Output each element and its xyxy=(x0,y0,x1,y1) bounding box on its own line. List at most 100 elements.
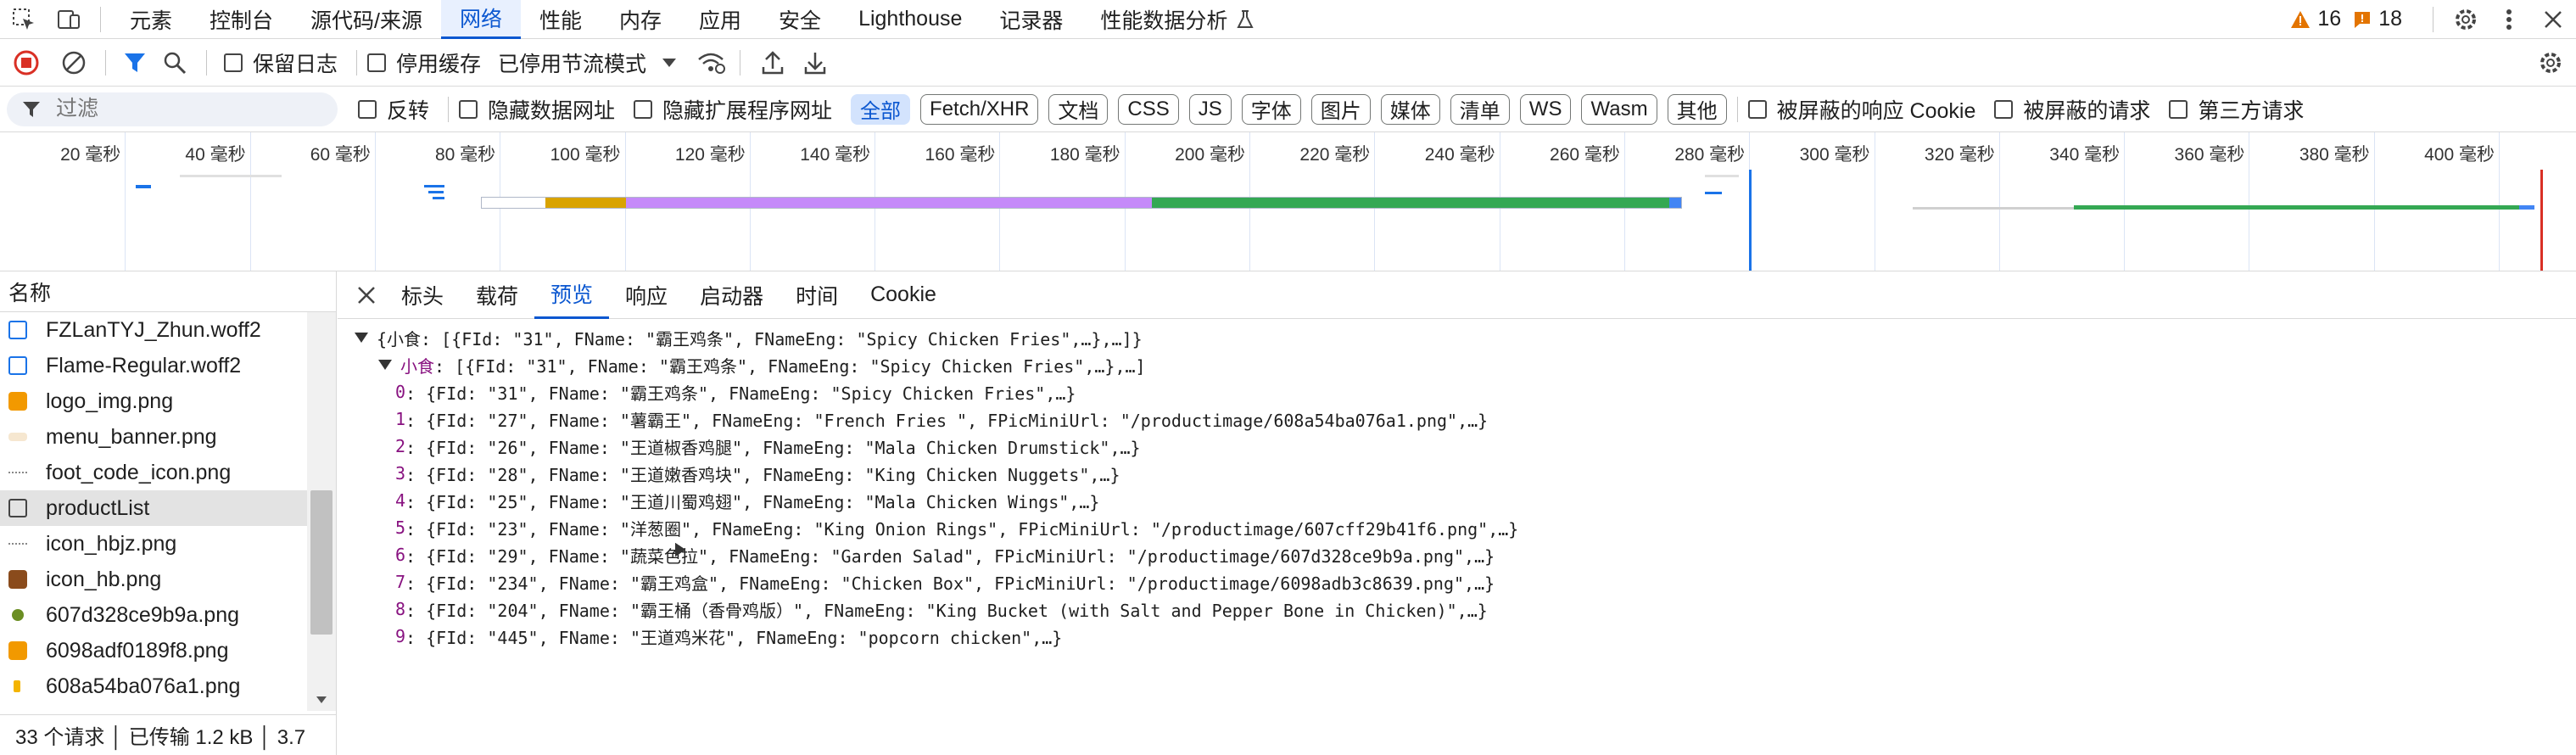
json-array-item[interactable]: 5: {FId: "23", FName: "洋葱圈", FNameEng: "… xyxy=(355,514,2576,556)
details-tab-1[interactable]: 载荷 xyxy=(460,271,534,319)
close-details-icon[interactable] xyxy=(348,271,385,319)
request-row[interactable]: icon_hbjz.png xyxy=(0,526,307,562)
type-filter-6[interactable]: 图片 xyxy=(1310,93,1371,125)
hide-extension-urls-checkbox[interactable]: 隐藏扩展程序网址 xyxy=(634,94,832,125)
checkbox-box[interactable] xyxy=(367,53,387,72)
type-filter-0[interactable]: 全部 xyxy=(851,93,911,125)
tab-10[interactable]: 性能数据分析 xyxy=(1081,0,1246,39)
tab-4[interactable]: 性能 xyxy=(521,0,601,39)
request-row[interactable]: 607d328ce9b9a.png xyxy=(0,597,307,633)
expand-triangle-icon[interactable] xyxy=(675,543,685,556)
preserve-log-checkbox[interactable]: 保留日志 xyxy=(224,48,338,78)
tab-8[interactable]: Lighthouse xyxy=(840,0,981,39)
request-row[interactable]: 6098adf0189f8.png xyxy=(0,633,307,668)
request-row[interactable]: 607cff29b41f6.png xyxy=(0,704,307,712)
disable-cache-checkbox[interactable]: 停用缓存 xyxy=(367,48,481,78)
filter-funnel-icon[interactable] xyxy=(116,39,154,87)
export-har-icon[interactable] xyxy=(795,39,835,87)
request-row[interactable]: menu_banner.png xyxy=(0,419,307,455)
json-array-item[interactable]: 8: {FId: "204", FName: "霸王桶（香骨鸡版）", FNam… xyxy=(355,543,2576,623)
json-array-item[interactable]: 6: {FId: "29", FName: "蔬菜色拉", FNameEng: … xyxy=(355,541,2576,568)
type-filter-7[interactable]: 媒体 xyxy=(1380,93,1440,125)
json-array-item[interactable]: 1: {FId: "27", FName: "薯霸王", FNameEng: "… xyxy=(355,405,2576,556)
scroll-down-icon[interactable] xyxy=(316,696,327,704)
hide-data-urls-checkbox[interactable]: 隐藏数据网址 xyxy=(459,94,615,125)
request-row[interactable]: icon_hb.png xyxy=(0,562,307,597)
details-tab-5[interactable]: 时间 xyxy=(780,271,854,319)
details-tab-2[interactable]: 预览 xyxy=(534,271,610,319)
type-filter-11[interactable]: 其他 xyxy=(1667,93,1727,125)
request-row[interactable]: logo_img.png xyxy=(0,383,307,419)
json-array-item[interactable]: 0: {FId: "31", FName: "霸王鸡条", FNameEng: … xyxy=(355,378,2576,556)
scrollbar-thumb[interactable] xyxy=(310,490,332,635)
tab-0[interactable]: 元素 xyxy=(111,0,191,39)
tab-5[interactable]: 内存 xyxy=(601,0,680,39)
stop-recording-icon[interactable] xyxy=(0,39,53,87)
details-tab-4[interactable]: 启动器 xyxy=(684,271,780,319)
warning-icon[interactable] xyxy=(2290,0,2311,39)
json-array-item[interactable]: 4: {FId: "25", FName: "王道川蜀鸡翅", FNameEng… xyxy=(355,487,2576,556)
throttle-select[interactable]: 已停用节流模式 xyxy=(498,48,646,78)
json-array-item[interactable]: 7: {FId: "234", FName: "霸王鸡盒", FNameEng:… xyxy=(355,543,2576,596)
type-filter-1[interactable]: Fetch/XHR xyxy=(920,93,1039,125)
inspect-element-icon[interactable] xyxy=(0,0,47,39)
json-array-item[interactable]: 9: {FId: "445", FName: "王道鸡米花", FNameEng… xyxy=(355,543,2576,650)
network-settings-gear-icon[interactable] xyxy=(2525,39,2576,87)
tab-6[interactable]: 应用 xyxy=(680,0,760,39)
checkbox-box[interactable] xyxy=(459,99,478,119)
type-filter-4[interactable]: JS xyxy=(1188,93,1232,125)
json-root-row[interactable]: {小食: [{FId: "31", FName: "霸王鸡条", FNameEn… xyxy=(355,324,2576,351)
type-filter-5[interactable]: 字体 xyxy=(1241,93,1301,125)
more-options-icon[interactable] xyxy=(2488,0,2530,39)
name-column-header[interactable]: 名称 xyxy=(0,271,336,312)
checkbox-box[interactable] xyxy=(2169,99,2188,119)
network-conditions-icon[interactable] xyxy=(692,39,729,87)
blocked-cookies-checkbox[interactable]: 被屏蔽的响应 Cookie xyxy=(1747,94,1975,125)
tab-2[interactable]: 源代码/来源 xyxy=(292,0,441,39)
tab-3[interactable]: 网络 xyxy=(440,0,521,39)
request-row[interactable]: foot_code_icon.png xyxy=(0,455,307,490)
tab-7[interactable]: 安全 xyxy=(760,0,840,39)
blocked-requests-checkbox[interactable]: 被屏蔽的请求 xyxy=(1994,94,2150,125)
details-tab-6[interactable]: Cookie xyxy=(854,271,953,319)
type-filter-10[interactable]: Wasm xyxy=(1581,93,1657,125)
details-tab-3[interactable]: 响应 xyxy=(609,271,684,319)
search-icon[interactable] xyxy=(154,39,196,87)
type-filter-8[interactable]: 清单 xyxy=(1450,93,1510,125)
request-row[interactable]: productList xyxy=(0,490,307,526)
settings-gear-icon[interactable] xyxy=(2444,0,2488,39)
tab-1[interactable]: 控制台 xyxy=(191,0,292,39)
warning-count[interactable]: 16 xyxy=(2317,7,2341,31)
checkbox-box[interactable] xyxy=(358,99,377,119)
checkbox-box[interactable] xyxy=(1994,99,2014,119)
clear-log-icon[interactable] xyxy=(53,39,95,87)
import-har-icon[interactable] xyxy=(751,39,795,87)
checkbox-box[interactable] xyxy=(634,99,653,119)
json-array-item[interactable]: 2: {FId: "26", FName: "王道椒香鸡腿", FNameEng… xyxy=(355,433,2576,556)
checkbox-box[interactable] xyxy=(1747,99,1767,119)
type-filter-9[interactable]: WS xyxy=(1519,93,1572,125)
close-devtools-icon[interactable] xyxy=(2530,0,2576,39)
timeline-overview[interactable]: 20 毫秒 40 毫秒 60 毫秒 80 毫秒 100 毫秒 120 毫秒 140 毫秒 16… xyxy=(0,132,2576,271)
collapse-triangle-icon[interactable] xyxy=(355,333,368,343)
issues-count[interactable]: 18 xyxy=(2378,7,2402,31)
issues-icon[interactable] xyxy=(2353,0,2372,39)
checkbox-box[interactable] xyxy=(224,53,243,72)
request-row[interactable]: FZLanTYJ_Zhun.woff2 xyxy=(0,312,307,348)
request-row[interactable]: Flame-Regular.woff2 xyxy=(0,348,307,383)
third-party-checkbox[interactable]: 第三方请求 xyxy=(2169,94,2304,125)
type-filter-2[interactable]: 文档 xyxy=(1048,93,1109,125)
invert-checkbox[interactable]: 反转 xyxy=(358,94,429,125)
filter-input[interactable] xyxy=(54,96,309,122)
device-toolbar-icon[interactable] xyxy=(47,0,90,39)
request-list-scrollbar[interactable] xyxy=(307,312,336,711)
filter-box[interactable] xyxy=(7,92,338,126)
type-filter-3[interactable]: CSS xyxy=(1118,93,1179,125)
request-row[interactable]: 608a54ba076a1.png xyxy=(0,668,307,704)
details-tab-0[interactable]: 标头 xyxy=(385,271,460,319)
collapse-triangle-icon[interactable] xyxy=(378,360,392,370)
dropdown-caret-icon[interactable] xyxy=(646,39,692,87)
tab-9[interactable]: 记录器 xyxy=(981,0,1081,39)
json-key-row[interactable]: 小食: [{FId: "31", FName: "霸王鸡条", FNameEng… xyxy=(355,351,2576,378)
json-array-item[interactable]: 3: {FId: "28", FName: "王道嫩香鸡块", FNameEng… xyxy=(355,460,2576,556)
